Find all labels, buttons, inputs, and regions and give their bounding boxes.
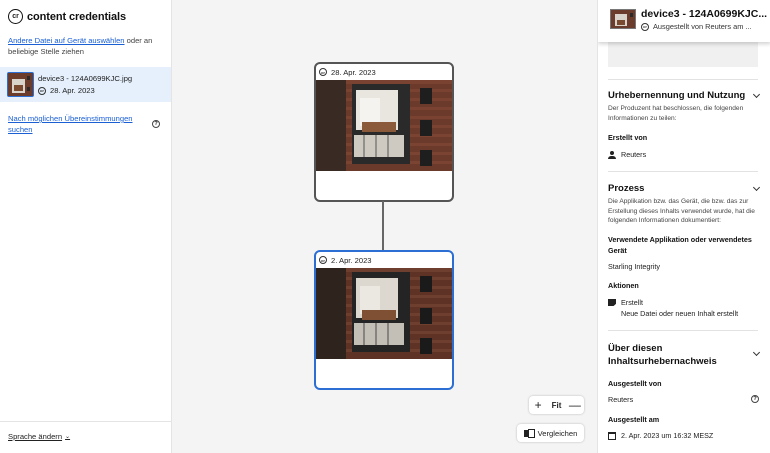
created-icon: [608, 299, 616, 306]
change-language-button[interactable]: Sprache ändern ⌄: [8, 432, 70, 441]
created-by-value: Reuters: [608, 150, 646, 159]
help-icon[interactable]: ?: [751, 395, 759, 403]
file-date-text: 28. Apr. 2023: [50, 86, 95, 95]
details-title: device3 - 124A0699KJC...: [641, 8, 768, 20]
details-panel: device3 - 124A0699KJC... cr Ausgestellt …: [597, 0, 770, 453]
node-image: [316, 80, 452, 171]
building-photo: [316, 80, 452, 171]
credential-icon: cr: [319, 256, 327, 264]
file-list-item[interactable]: device3 - 124A0699KJC.jpg cr 28. Apr. 20…: [0, 67, 171, 102]
details-header: device3 - 124A0699KJC... cr Ausgestellt …: [598, 0, 770, 42]
building-photo-icon: [8, 73, 33, 96]
issued-on-label: Ausgestellt am: [608, 415, 660, 424]
change-language-label: Sprache ändern: [8, 432, 63, 441]
chevron-down-icon[interactable]: [753, 92, 760, 99]
created-by-text: Reuters: [621, 150, 647, 159]
section-process-title[interactable]: Prozess: [608, 183, 644, 194]
issued-by-label: Ausgestellt von: [608, 379, 662, 388]
details-thumbnail: [610, 9, 636, 29]
issued-on-value: 2. Apr. 2023 um 16:32 MESZ: [608, 431, 713, 440]
brand-name: content credentials: [27, 10, 126, 23]
provenance-canvas[interactable]: cr 28. Apr. 2023 cr 2. Apr. 2023 + Fit —…: [172, 0, 597, 453]
person-icon: [608, 150, 616, 159]
action-description: Neue Datei oder neuen Inhalt erstellt: [621, 309, 739, 318]
issued-on-text: 2. Apr. 2023 um 16:32 MESZ: [621, 431, 714, 440]
issued-by-value: Reuters: [608, 395, 634, 404]
credential-icon: cr: [319, 68, 327, 76]
choose-file-link[interactable]: Andere Datei auf Gerät auswählen: [8, 36, 125, 45]
app-label: Verwendete Applikation oder verwendetes …: [608, 235, 752, 255]
zoom-controls: + Fit —: [529, 396, 584, 414]
building-photo: [316, 268, 452, 359]
help-icon[interactable]: ?: [152, 120, 160, 128]
process-description: Die Applikation bzw. das Gerät, die bzw.…: [608, 198, 755, 224]
provenance-node-ingredient[interactable]: cr 2. Apr. 2023: [314, 250, 454, 390]
app-value: Starling Integrity: [608, 262, 660, 271]
chevron-down-icon[interactable]: [753, 350, 760, 357]
zoom-out-button[interactable]: —: [566, 396, 583, 414]
node-image: [316, 268, 452, 359]
compare-icon: [523, 429, 535, 438]
node-header: cr 2. Apr. 2023: [316, 252, 452, 268]
node-date: 28. Apr. 2023: [331, 67, 376, 77]
provenance-node-current[interactable]: cr 28. Apr. 2023: [314, 62, 454, 202]
created-by-label: Erstellt von: [608, 133, 648, 142]
compare-label: Vergleichen: [537, 428, 578, 438]
left-panel: cr content credentials Andere Datei auf …: [0, 0, 172, 453]
node-connector: [382, 201, 384, 250]
content-credentials-logo-icon: cr: [8, 9, 23, 24]
details-issuer-text: Ausgestellt von Reuters am ...: [653, 22, 752, 31]
divider: [608, 79, 758, 80]
building-photo-icon: [611, 10, 635, 28]
file-date: cr 28. Apr. 2023: [38, 86, 95, 95]
details-summary-box: [608, 42, 758, 67]
action-title: Erstellt: [621, 298, 643, 307]
compare-button[interactable]: Vergleichen: [517, 424, 584, 442]
section-about-title[interactable]: Über diesen Inhaltsurhebernachweis: [608, 342, 728, 368]
file-chooser-text: Andere Datei auf Gerät auswählen oder an…: [8, 35, 166, 57]
node-header: cr 28. Apr. 2023: [316, 64, 452, 80]
credential-icon: cr: [38, 86, 46, 95]
details-issuer: cr Ausgestellt von Reuters am ...: [641, 22, 752, 31]
divider: [608, 171, 758, 172]
logo[interactable]: cr content credentials: [8, 9, 126, 24]
attribution-description: Der Produzent hat beschlossen, die folge…: [608, 105, 744, 122]
action-item: Erstellt: [608, 298, 643, 307]
chevron-down-icon: ⌄: [65, 434, 71, 440]
file-name: device3 - 124A0699KJC.jpg: [38, 74, 133, 83]
calendar-icon: [608, 431, 616, 440]
search-matches-link[interactable]: Nach möglichen Übereinstimmungen suchen: [8, 113, 143, 135]
zoom-fit-button[interactable]: Fit: [548, 396, 565, 414]
language-bar: Sprache ändern ⌄: [0, 421, 171, 453]
file-thumbnail: [7, 72, 34, 97]
credential-icon: cr: [641, 22, 649, 31]
section-attribution-title[interactable]: Urhebernennung und Nutzung: [608, 90, 745, 101]
zoom-in-button[interactable]: +: [530, 396, 547, 414]
actions-label: Aktionen: [608, 281, 639, 290]
divider: [608, 330, 758, 331]
node-date: 2. Apr. 2023: [331, 255, 372, 265]
chevron-down-icon[interactable]: [753, 185, 760, 192]
